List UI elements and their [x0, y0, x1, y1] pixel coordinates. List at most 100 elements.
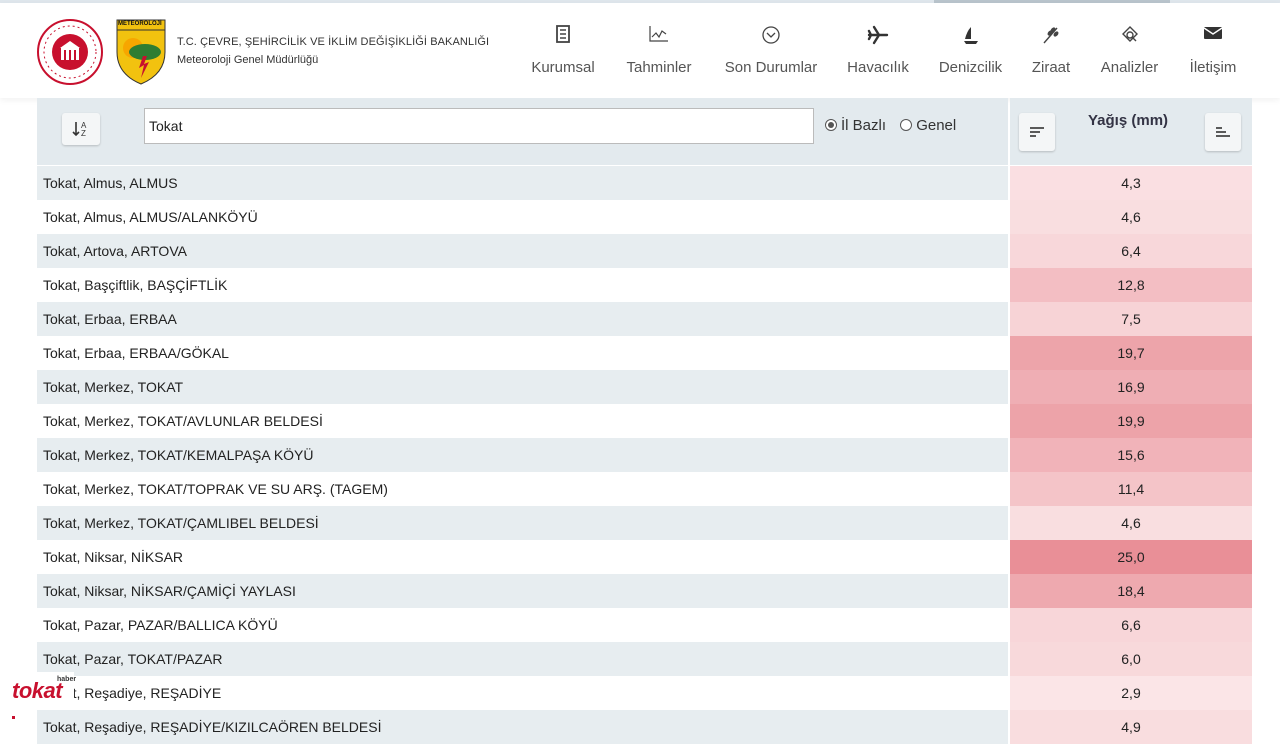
station-name: Tokat, Reşadiye, REŞADİYE [43, 685, 222, 701]
sort-alpha-button[interactable]: AZ [62, 113, 100, 145]
precipitation-value: 12,8 [1010, 268, 1252, 302]
main-nav: Kurumsal Tahminler Son Durumlar Havacılı… [0, 25, 1280, 85]
station-name: Tokat, Merkez, TOKAT/ÇAMLIBEL BELDESİ [37, 506, 1008, 540]
sort-alpha-icon: AZ [72, 121, 87, 138]
table-row[interactable]: Tokat, Niksar, NİKSAR 25,0 [37, 540, 1252, 574]
table-row[interactable]: Tokat, Pazar, TOKAT/PAZAR 6,0 [37, 642, 1252, 676]
nav-ziraat[interactable]: Ziraat [1028, 25, 1074, 76]
analysis-icon [1098, 25, 1161, 49]
station-table: Tokat, Almus, ALMUS 4,3 Tokat, Almus, ALMU… [37, 166, 1252, 744]
table-row[interactable]: Tokat, Merkez, TOKAT/AVLUNLAR BELDESİ 19,… [37, 404, 1252, 438]
tokat-haber-watermark: tokat haber [0, 672, 77, 708]
watermark-dot [12, 716, 15, 719]
precipitation-value: 6,6 [1010, 608, 1252, 642]
station-name: Tokat, Erbaa, ERBAA [37, 302, 1008, 336]
sort-desc-icon [1030, 127, 1044, 137]
table-row[interactable]: Tokat, Erbaa, ERBAA 7,5 [37, 302, 1252, 336]
nav-label: İletişim [1189, 59, 1237, 76]
table-row[interactable]: Tokat, Almus, ALMUS 4,3 [37, 166, 1252, 200]
station-name: Tokat, Almus, ALMUS/ALANKÖYÜ [43, 209, 258, 225]
station-name: Tokat, Başçiftlik, BAŞÇİFTLİK [43, 277, 228, 293]
precipitation-value: 2,9 [1010, 676, 1252, 710]
table-row[interactable]: Tokat, Merkez, TOKAT/KEMALPAŞA KÖYÜ 15,6 [37, 438, 1252, 472]
watermark-brand: tokat [12, 678, 63, 703]
precipitation-value: 25,0 [1010, 540, 1252, 574]
nav-denizcilik[interactable]: Denizcilik [937, 25, 1004, 76]
precipitation-value: 7,5 [1010, 302, 1252, 336]
precipitation-value: 18,4 [1010, 574, 1252, 608]
filter-toolbar: AZ İl Bazlı Genel [37, 98, 1008, 165]
nav-label: Son Durumlar [724, 59, 818, 76]
nav-iletisim[interactable]: İletişim [1186, 25, 1240, 76]
sort-desc-button[interactable] [1019, 113, 1055, 151]
sort-asc-button[interactable] [1205, 113, 1241, 151]
precipitation-value: 4,9 [1010, 710, 1252, 744]
precipitation-column-title: Yağış (mm) [1088, 112, 1169, 129]
precipitation-value: 4,6 [1010, 506, 1252, 540]
wheat-icon [1028, 25, 1074, 49]
station-name: Tokat, Merkez, TOKAT/KEMALPAŞA KÖYÜ [37, 438, 1008, 472]
precipitation-value: 6,4 [1010, 234, 1252, 268]
precipitation-value: 15,6 [1010, 438, 1252, 472]
table-row[interactable]: Tokat, Artova, ARTOVA 6,4 [37, 234, 1252, 268]
station-name: Tokat, Merkez, TOKAT/AVLUNLAR BELDESİ [43, 413, 323, 429]
envelope-icon [1186, 25, 1240, 49]
scope-radio-group: İl Bazlı Genel [825, 116, 956, 134]
table-row[interactable]: Tokat, Merkez, TOKAT/TOPRAK VE SU ARŞ. (… [37, 472, 1252, 506]
table-row[interactable]: Tokat, Niksar, NİKSAR/ÇAMİÇİ YAYLASI 18,4 [37, 574, 1252, 608]
nav-label: Tahminler [626, 59, 692, 76]
station-name: Tokat, Artova, ARTOVA [37, 234, 1008, 268]
station-name: Tokat, Almus, ALMUS [37, 166, 1008, 200]
watermark-sub: haber [57, 676, 77, 683]
station-name: Tokat, Merkez, TOKAT [37, 370, 1008, 404]
table-row[interactable]: Tokat, Almus, ALMUS/ALANKÖYÜ 4,6 [37, 200, 1252, 234]
station-name: Tokat, Pazar, PAZAR/BALLICA KÖYÜ [43, 617, 278, 633]
table-row[interactable]: Tokat, Erbaa, ERBAA/GÖKAL 19,7 [37, 336, 1252, 370]
precipitation-value: 19,7 [1010, 336, 1252, 370]
station-name: Tokat, Reşadiye, REŞADİYE/KIZILCAÖREN BE… [37, 710, 1008, 744]
nav-analizler[interactable]: Analizler [1098, 25, 1161, 76]
sort-asc-icon [1216, 127, 1230, 137]
radio-dot-selected[interactable] [825, 118, 837, 131]
nav-son-durumlar[interactable]: Son Durumlar [722, 25, 820, 76]
precipitation-value: 11,4 [1010, 472, 1252, 506]
nav-tahminler[interactable]: Tahminler [623, 25, 695, 76]
nav-label: Denizcilik [938, 59, 1003, 76]
radio-il-label: İl Bazlı [841, 116, 887, 134]
precipitation-value: 4,6 [1010, 200, 1252, 234]
precipitation-value: 4,3 [1010, 166, 1252, 200]
station-name: Tokat, Niksar, NİKSAR/ÇAMİÇİ YAYLASI [37, 574, 1008, 608]
svg-text:Z: Z [81, 129, 86, 138]
circle-chevron-icon [722, 25, 820, 49]
station-name: Tokat, Merkez, TOKAT/TOPRAK VE SU ARŞ. (… [43, 481, 388, 497]
precipitation-value: 16,9 [1010, 370, 1252, 404]
nav-label: Ziraat [1031, 59, 1071, 76]
station-name: Tokat, Pazar, TOKAT/PAZAR [37, 642, 1008, 676]
document-icon [530, 25, 596, 49]
airplane-icon [846, 25, 910, 49]
radio-genel[interactable]: Genel [900, 117, 956, 134]
sailboat-icon [937, 25, 1004, 49]
station-name: Tokat, Niksar, NİKSAR [43, 549, 184, 565]
table-row[interactable]: Tokat, Merkez, TOKAT/ÇAMLIBEL BELDESİ 4,6 [37, 506, 1252, 540]
precipitation-value: 6,0 [1010, 642, 1252, 676]
nav-label: Kurumsal [531, 59, 595, 76]
radio-genel-label: Genel [916, 116, 957, 134]
table-row[interactable]: Tokat, Merkez, TOKAT 16,9 [37, 370, 1252, 404]
column-header: Yağış (mm) [1010, 98, 1252, 165]
site-header: METEOROLOJİ T.C. ÇEVRE, ŞEHİRCİLİK VE İK… [0, 3, 1280, 98]
nav-label: Analizler [1100, 59, 1159, 76]
radio-dot[interactable] [900, 118, 913, 131]
precipitation-value: 19,9 [1010, 404, 1252, 438]
nav-kurumsal[interactable]: Kurumsal [530, 25, 596, 76]
table-row[interactable]: Tokat, Başçiftlik, BAŞÇİFTLİK 12,8 [37, 268, 1252, 302]
table-row[interactable]: Tokat, Reşadiye, REŞADİYE/KIZILCAÖREN BE… [37, 710, 1252, 744]
station-name: Tokat, Erbaa, ERBAA/GÖKAL [43, 345, 229, 361]
search-input[interactable] [144, 108, 814, 144]
table-row[interactable]: Tokat, Reşadiye, REŞADİYE 2,9 [37, 676, 1252, 710]
chart-line-icon [623, 25, 695, 49]
nav-havacilik[interactable]: Havacılık [846, 25, 910, 76]
nav-label: Havacılık [847, 59, 909, 76]
table-row[interactable]: Tokat, Pazar, PAZAR/BALLICA KÖYÜ 6,6 [37, 608, 1252, 642]
radio-il-bazli[interactable]: İl Bazlı [825, 117, 886, 134]
